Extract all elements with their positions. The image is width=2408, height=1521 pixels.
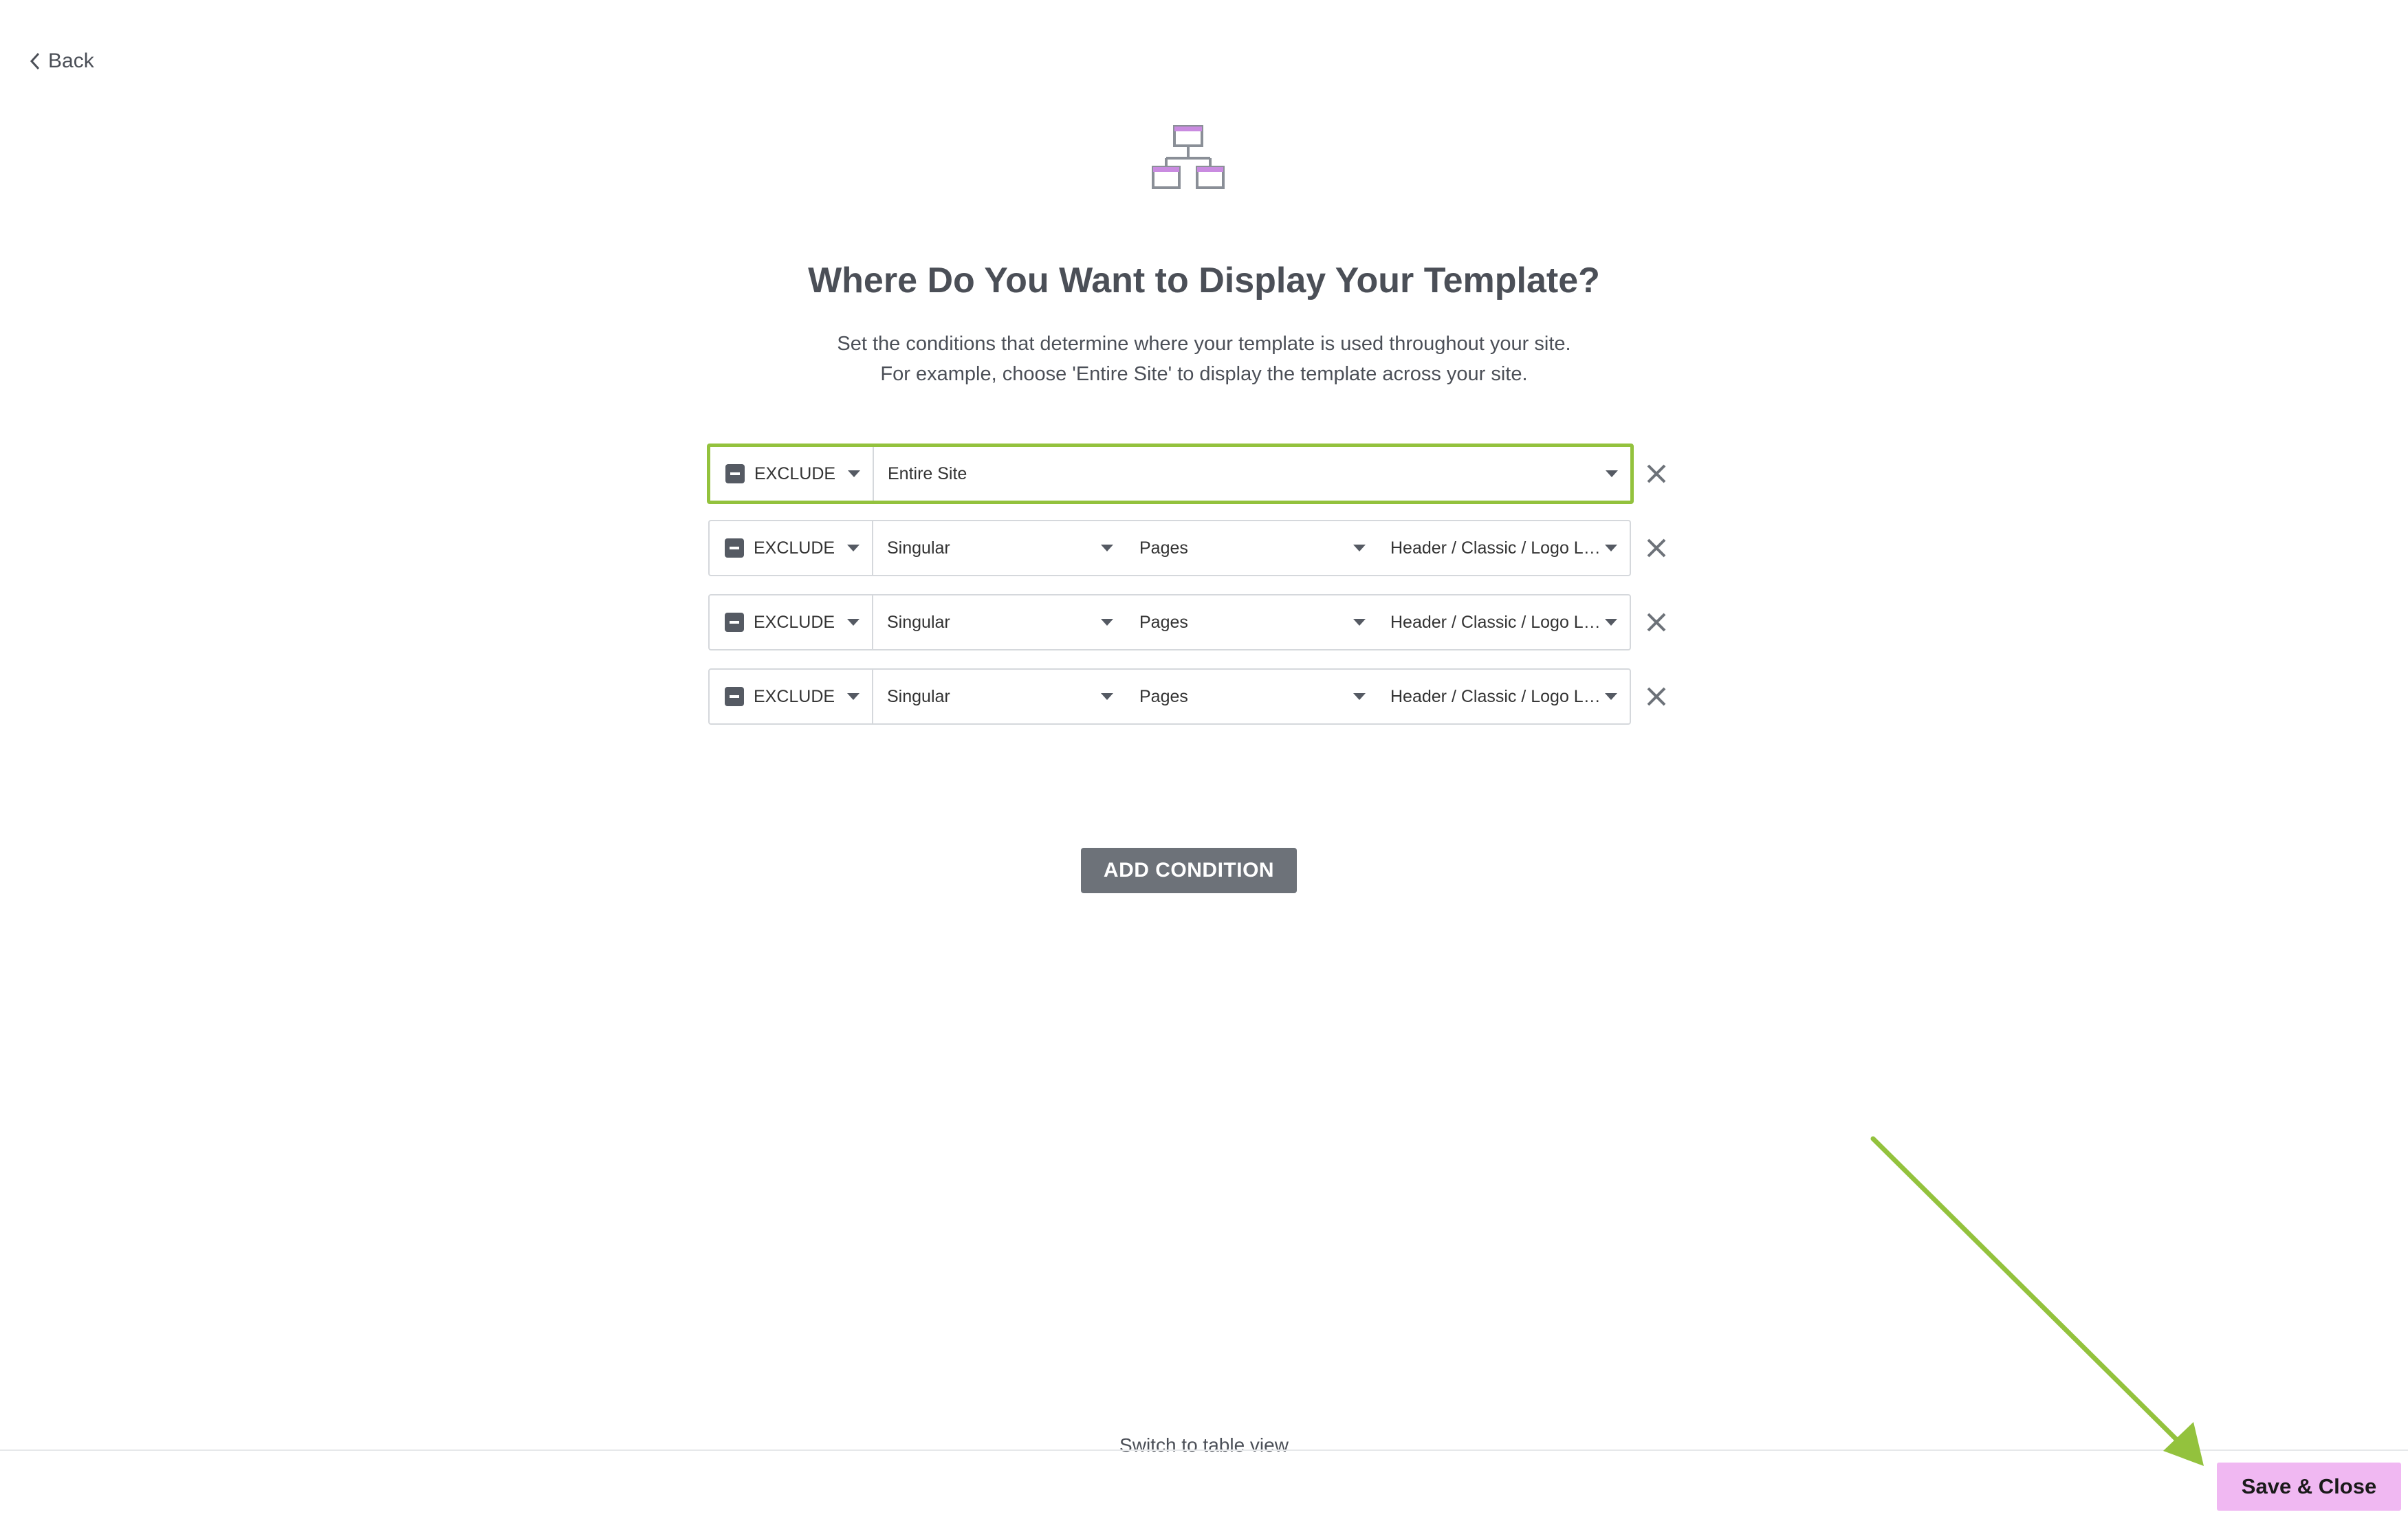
caret-down-icon [1353,545,1366,551]
back-label: Back [48,50,94,72]
condition-row-box: EXCLUDE Singular Pages Header / Classic … [708,594,1631,650]
caret-down-icon [1353,619,1366,626]
close-icon[interactable] [1645,462,1668,485]
switch-to-table-view-link[interactable]: Switch to table view [0,1434,2408,1456]
condition-sub-label: Pages [1139,686,1188,706]
condition-row: EXCLUDE Singular Pages Header / Classic … [708,594,1671,653]
condition-row: EXCLUDE Entire Site [707,444,1671,505]
add-condition-button[interactable]: ADD CONDITION [1081,848,1297,893]
close-icon[interactable] [1645,536,1668,560]
caret-down-icon [847,619,860,626]
caret-down-icon [847,545,860,551]
condition-type-select[interactable]: EXCLUDE [710,521,873,575]
footer-divider [0,1449,2408,1451]
subtitle-line-2: For example, choose 'Entire Site' to dis… [880,363,1528,385]
condition-main-label: Singular [887,612,950,632]
condition-main-select[interactable]: Singular [873,670,1126,723]
caret-down-icon [1353,693,1366,700]
condition-sub-label: Pages [1139,612,1188,632]
caret-down-icon [1101,545,1113,551]
condition-id-select[interactable]: Header / Classic / Logo Lef... [1378,670,1630,723]
caret-down-icon [847,693,860,700]
minus-square-icon [725,613,744,632]
condition-sub-select[interactable]: Pages [1126,670,1378,723]
condition-id-select[interactable]: Header / Classic / Logo Lef... [1378,595,1630,649]
caret-down-icon [1101,619,1113,626]
condition-sub-label: Pages [1139,538,1188,558]
caret-down-icon [1605,545,1617,551]
condition-id-label: Header / Classic / Logo Lef... [1390,538,1602,558]
condition-main-select[interactable]: Singular [873,595,1126,649]
condition-type-label: EXCLUDE [754,538,835,558]
condition-main-label: Singular [887,538,950,558]
annotation-arrow-icon [1870,1136,2204,1466]
save-and-close-button[interactable]: Save & Close [2217,1463,2401,1511]
close-icon[interactable] [1645,611,1668,634]
caret-down-icon [1101,693,1113,700]
condition-sub-select[interactable]: Pages [1126,521,1378,575]
condition-row: EXCLUDE Singular Pages Header / Classic … [708,520,1671,579]
site-structure-icon [1152,125,1225,189]
condition-id-label: Header / Classic / Logo Lef... [1390,612,1602,632]
close-icon[interactable] [1645,685,1668,708]
caret-down-icon [1605,693,1617,700]
chevron-left-icon [30,52,40,70]
condition-type-select[interactable]: EXCLUDE [710,447,874,501]
condition-row-box: EXCLUDE Singular Pages Header / Classic … [708,520,1631,576]
condition-main-select[interactable]: Entire Site [874,447,1630,501]
condition-type-select[interactable]: EXCLUDE [710,595,873,649]
condition-main-label: Singular [887,686,950,706]
page-title: Where Do You Want to Display Your Templa… [808,261,1600,300]
condition-row-box: EXCLUDE Singular Pages Header / Classic … [708,668,1631,725]
back-link[interactable]: Back [28,50,94,73]
condition-sub-select[interactable]: Pages [1126,595,1378,649]
subtitle-line-1: Set the conditions that determine where … [837,333,1571,355]
conditions-list: EXCLUDE Entire Site EXCLUDE Singular Pag… [707,444,1671,743]
condition-id-label: Header / Classic / Logo Lef... [1390,686,1602,706]
condition-row-box: EXCLUDE Entire Site [707,444,1634,504]
minus-square-icon [725,538,744,558]
condition-type-select[interactable]: EXCLUDE [710,670,873,723]
caret-down-icon [1606,470,1618,477]
condition-type-label: EXCLUDE [754,612,835,632]
condition-main-label: Entire Site [888,463,967,483]
condition-id-select[interactable]: Header / Classic / Logo Lef... [1378,521,1630,575]
minus-square-icon [725,464,745,483]
page-subtitle: Set the conditions that determine where … [0,329,2408,389]
condition-type-label: EXCLUDE [754,463,836,483]
caret-down-icon [848,470,860,477]
condition-main-select[interactable]: Singular [873,521,1126,575]
minus-square-icon [725,687,744,706]
caret-down-icon [1605,619,1617,626]
template-conditions-page: Back Where Do You Want to Display Your T… [0,0,2408,1521]
condition-type-label: EXCLUDE [754,686,835,706]
condition-row: EXCLUDE Singular Pages Header / Classic … [708,668,1671,727]
